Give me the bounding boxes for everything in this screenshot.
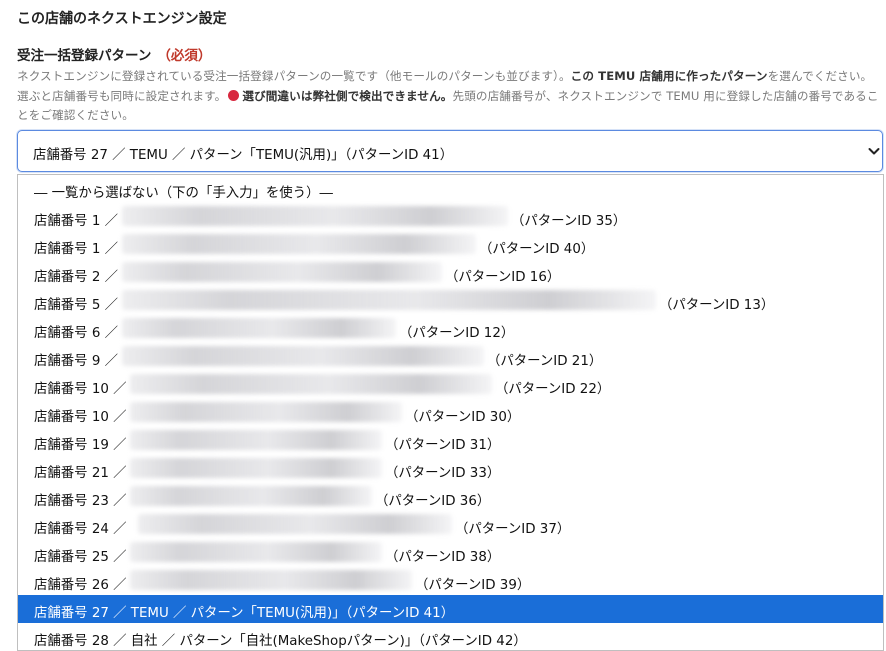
dropdown-option[interactable]: 店舗番号 2 ／ （パターンID 16） (18, 259, 883, 287)
option-pattern-id: （パターンID 40） (479, 242, 595, 257)
option-label: 店舗番号 24 ／ (34, 522, 127, 537)
option-pattern-id: （パターンID 39） (415, 578, 531, 593)
required-mark: （必須） (157, 48, 212, 64)
dropdown-option[interactable]: 店舗番号 10 ／ （パターンID 22） (18, 371, 883, 399)
redacted-text (122, 318, 396, 338)
dropdown-option-manual[interactable]: ― 一覧から選ばない（下の「手入力」を使う）― (18, 175, 883, 203)
redacted-text (130, 430, 382, 450)
dropdown-option[interactable]: 店舗番号 9 ／ （パターンID 21） (18, 343, 883, 371)
option-label: 店舗番号 23 ／ (34, 494, 127, 509)
redacted-text (130, 570, 412, 590)
field-label: 受注一括登録パターン （必須） (17, 44, 211, 64)
option-pattern-id: （パターンID 12） (399, 326, 515, 341)
dropdown-list: ― 一覧から選ばない（下の「手入力」を使う）― 店舗番号 1 ／ （パターンID… (17, 174, 884, 651)
pattern-select[interactable]: 店舗番号 27 ／ TEMU ／ パターン「TEMU(汎用)」（パターンID 4… (17, 130, 883, 172)
option-label: 店舗番号 10 ／ (34, 410, 127, 425)
redacted-text (130, 542, 382, 562)
option-label: 店舗番号 6 ／ (34, 326, 118, 341)
section-title: この店舗のネクストエンジン設定 (17, 11, 227, 27)
dropdown-option[interactable]: 店舗番号 1 ／ （パターンID 35） (18, 203, 883, 231)
option-pattern-id: （パターンID 22） (495, 382, 611, 397)
option-label: 店舗番号 21 ／ (34, 466, 127, 481)
option-label: 店舗番号 19 ／ (34, 438, 127, 453)
redacted-text (130, 486, 372, 506)
option-label: ― 一覧から選ばない（下の「手入力」を使う）― (34, 186, 333, 201)
dropdown-option[interactable]: 店舗番号 19 ／ （パターンID 31） (18, 427, 883, 455)
option-pattern-id: （パターンID 33） (385, 466, 501, 481)
dropdown-option[interactable]: 店舗番号 24 ／ （パターンID 37） (18, 511, 883, 539)
dropdown-option[interactable]: 店舗番号 25 ／ （パターンID 38） (18, 539, 883, 567)
red-dot-icon (228, 89, 240, 101)
dropdown-option[interactable]: 店舗番号 21 ／ （パターンID 33） (18, 455, 883, 483)
option-label: 店舗番号 1 ／ (34, 214, 118, 229)
redacted-text (130, 402, 402, 422)
help-text-1: ネクストエンジンに登録されている受注一括登録パターンの一覧です（他モールのパター… (17, 69, 571, 83)
redacted-text (138, 514, 452, 534)
dropdown-option[interactable]: 店舗番号 23 ／ （パターンID 36） (18, 483, 883, 511)
dropdown-option-selected[interactable]: 店舗番号 27 ／ TEMU ／ パターン「TEMU(汎用)」（パターンID 4… (18, 595, 883, 623)
option-pattern-id: （パターンID 36） (375, 494, 491, 509)
option-label: 店舗番号 26 ／ (34, 578, 127, 593)
option-pattern-id: （パターンID 13） (659, 298, 775, 313)
dropdown-option[interactable]: 店舗番号 26 ／ （パターンID 39） (18, 567, 883, 595)
redacted-text (122, 346, 484, 366)
redacted-text (130, 458, 382, 478)
option-pattern-id: （パターンID 31） (385, 438, 501, 453)
option-pattern-id: （パターンID 37） (455, 522, 571, 537)
help-text: ネクストエンジンに登録されている受注一括登録パターンの一覧です（他モールのパター… (17, 67, 879, 126)
option-label: 店舗番号 1 ／ (34, 242, 118, 257)
option-label: 店舗番号 27 ／ TEMU ／ パターン「TEMU(汎用)」（パターンID 4… (34, 606, 455, 621)
select-value: 店舗番号 27 ／ TEMU ／ パターン「TEMU(汎用)」（パターンID 4… (33, 148, 454, 163)
redacted-text (122, 290, 656, 310)
chevron-down-icon (868, 148, 880, 155)
redacted-text (122, 262, 442, 282)
option-pattern-id: （パターンID 35） (511, 214, 627, 229)
option-label: 店舗番号 28 ／ 自社 ／ パターン「自社(MakeShopパターン)」（パタ… (34, 634, 527, 649)
field-label-text: 受注一括登録パターン (17, 48, 152, 64)
option-pattern-id: （パターンID 38） (385, 550, 501, 565)
option-label: 店舗番号 2 ／ (34, 270, 118, 285)
redacted-text (122, 234, 476, 254)
dropdown-option[interactable]: 店舗番号 1 ／ （パターンID 40） (18, 231, 883, 259)
redacted-text (130, 374, 492, 394)
option-pattern-id: （パターンID 16） (445, 270, 561, 285)
dropdown-option[interactable]: 店舗番号 6 ／ （パターンID 12） (18, 315, 883, 343)
help-text-emphasis: この TEMU 店舗用に作ったパターン (570, 69, 768, 83)
help-text-warning: 選び間違いは弊社側で検出できません。 (242, 88, 453, 103)
option-pattern-id: （パターンID 30） (405, 410, 521, 425)
redacted-text (122, 206, 508, 226)
option-label: 店舗番号 9 ／ (34, 354, 118, 369)
option-label: 店舗番号 25 ／ (34, 550, 127, 565)
dropdown-option[interactable]: 店舗番号 10 ／ （パターンID 30） (18, 399, 883, 427)
dropdown-option[interactable]: 店舗番号 5 ／ （パターンID 13） (18, 287, 883, 315)
option-label: 店舗番号 10 ／ (34, 382, 127, 397)
option-pattern-id: （パターンID 21） (487, 354, 603, 369)
dropdown-option[interactable]: 店舗番号 28 ／ 自社 ／ パターン「自社(MakeShopパターン)」（パタ… (18, 623, 883, 650)
option-label: 店舗番号 5 ／ (34, 298, 118, 313)
